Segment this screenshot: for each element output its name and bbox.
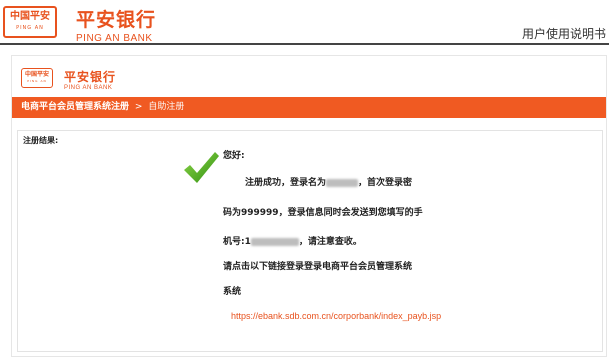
message-line-1: 注册成功，登录名为 ，首次登录密 — [245, 175, 412, 188]
brand-en-text: PING AN BANK — [64, 85, 113, 91]
logo-cn-text: 中国平安 — [24, 71, 49, 78]
message-line-1-suffix: ，首次登录密 — [358, 178, 413, 188]
logo-en-text: PING AN — [16, 25, 44, 31]
message-line-3-prefix: 机号:1 — [223, 237, 251, 247]
breadcrumb-parent[interactable]: 电商平台会员管理系统注册 — [21, 102, 129, 112]
message-line-1-prefix: 注册成功，登录名为 — [245, 178, 327, 188]
check-icon — [184, 152, 219, 183]
login-link[interactable]: https://ebank.sdb.com.cn/corporbank/inde… — [231, 311, 441, 321]
message-line-3-suffix: ，请注意查收。 — [298, 237, 362, 247]
result-label: 注册结果: — [23, 136, 59, 145]
doc-header: 中国平安 PING AN 平安银行 PING AN BANK 用户使用说明书 — [0, 0, 609, 46]
logo-cn-text: 中国平安 — [10, 11, 50, 22]
greeting-text: 您好: — [223, 151, 245, 161]
message-line-4: 请点击以下链接登录登录电商平台会员管理系统 — [223, 262, 413, 272]
registration-result-panel: 注册结果: 您好: 注册成功，登录名为 ，首次登录密 码为999999，登录信息同… — [17, 130, 603, 352]
logo-en-text: PING AN — [27, 79, 47, 83]
brand-cn-text: 平安银行 — [64, 70, 117, 84]
breadcrumb-separator: > — [134, 102, 143, 112]
message-line-5: 系统 — [223, 287, 242, 297]
message-line-3: 机号:1 ，请注意查收。 — [223, 234, 362, 247]
breadcrumb-current: 自助注册 — [148, 102, 185, 112]
header-divider — [0, 43, 609, 45]
brand-cn-text: 平安银行 — [76, 9, 157, 31]
pingan-bank-brand: 平安银行 PING AN BANK — [64, 68, 116, 91]
pingan-bank-brand: 平安银行 PING AN BANK — [76, 5, 156, 44]
redacted-phone-number — [250, 237, 299, 246]
message-line-2: 码为999999，登录信息同时会发送到您填写的手 — [223, 208, 423, 218]
doc-title: 用户使用说明书 — [521, 27, 606, 41]
redacted-login-name — [326, 178, 359, 187]
pingan-group-logo: 中国平安 PING AN — [21, 68, 53, 88]
breadcrumb: 电商平台会员管理系统注册 > 自助注册 — [12, 97, 606, 118]
pingan-group-logo: 中国平安 PING AN — [3, 6, 57, 38]
app-screenshot: 中国平安 PING AN 平安银行 PING AN BANK 电商平台会员管理系… — [11, 55, 607, 357]
